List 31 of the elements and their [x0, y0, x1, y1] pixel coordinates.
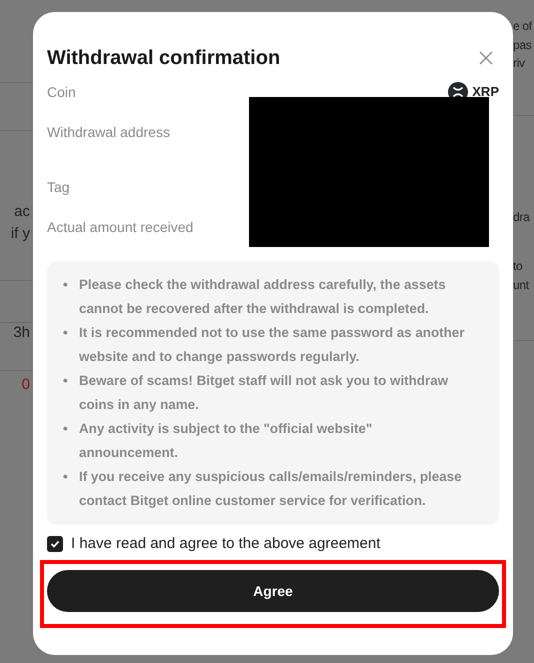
background-text: pas — [513, 37, 532, 54]
background-text: ac — [14, 203, 30, 221]
bullet: • — [63, 372, 69, 390]
bullet: • — [63, 468, 69, 486]
background-text: if y — [10, 225, 30, 243]
background-text: to — [513, 258, 522, 275]
background-text: riv — [513, 55, 525, 72]
agreement-label: I have read and agree to the above agreement — [71, 534, 380, 554]
background-text: 0 — [22, 376, 30, 394]
coin-value: XRP — [472, 83, 499, 102]
bullet: • — [63, 324, 69, 342]
notice-item: It is recommended not to use the same password as another website and to change passwords regularly. — [79, 324, 466, 366]
bullet: • — [63, 420, 69, 438]
close-icon[interactable] — [479, 51, 493, 65]
check-icon — [50, 539, 60, 549]
bullet: • — [63, 276, 69, 294]
detail-label: Actual amount received — [47, 218, 194, 237]
notice-item: If you receive any suspicious calls/emails/reminders, please contact Bitget online customer service for verification. — [79, 468, 463, 510]
background-text: dra — [513, 209, 530, 226]
detail-label: Withdrawal address — [47, 123, 170, 142]
notice-item: Please check the withdrawal address carefully, the assets cannot be recovered after the withdrawal is completed. — [79, 276, 447, 318]
detail-label: Coin — [47, 83, 76, 102]
notice-item: Beware of scams! Bitget staff will not ask you to withdraw coins in any name. — [79, 372, 450, 414]
notice-item: Any activity is subject to the "official website" announcement. — [79, 420, 374, 462]
dialog-title: Withdrawal confirmation — [47, 46, 280, 71]
background-text: 3h — [13, 324, 30, 342]
background-text: unt — [513, 277, 529, 294]
detail-label: Tag — [47, 178, 70, 197]
agreement-checkbox[interactable] — [47, 536, 63, 552]
agree-button[interactable]: Agree — [47, 570, 499, 612]
background-text: e of — [513, 18, 532, 35]
